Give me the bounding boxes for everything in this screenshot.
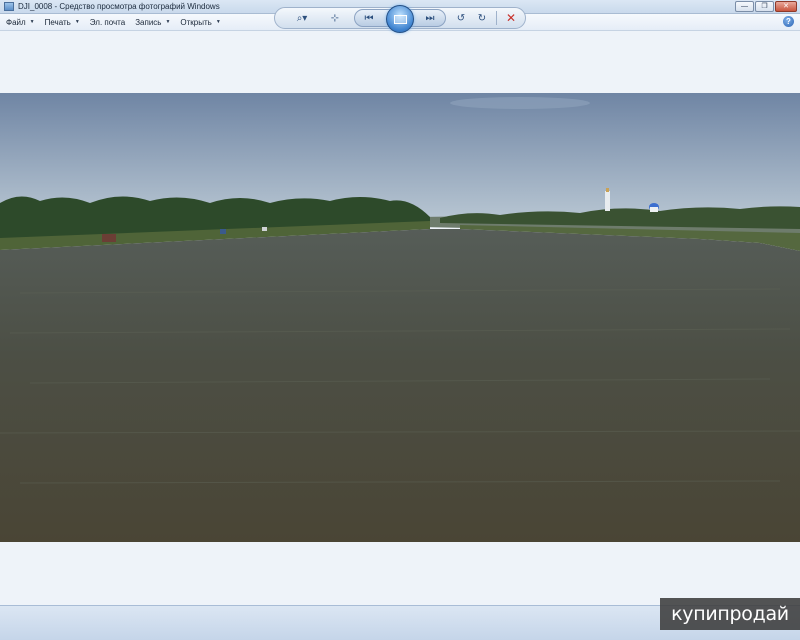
- window-controls: — ❐ ✕: [735, 1, 797, 12]
- menu-file[interactable]: Файл ▼: [6, 18, 35, 27]
- previous-icon: ⏮: [364, 12, 374, 24]
- rotate-left-button[interactable]: ↺: [452, 9, 470, 27]
- zoom-button[interactable]: ⌕▾: [290, 9, 314, 27]
- rotate-right-icon: ↻: [477, 12, 487, 24]
- window-title: DJI_0008 - Средство просмотра фотографий…: [18, 2, 220, 11]
- previous-button[interactable]: ⏮: [360, 9, 378, 27]
- delete-button[interactable]: ✕: [502, 9, 520, 27]
- menu-email[interactable]: Эл. почта: [90, 18, 125, 27]
- menu-print-label: Печать: [44, 17, 71, 27]
- close-icon: ✕: [783, 3, 789, 10]
- image-viewport: [0, 31, 800, 605]
- chevron-down-icon: ▼: [215, 19, 221, 25]
- menu-email-label: Эл. почта: [89, 17, 126, 27]
- chevron-down-icon: ▼: [165, 19, 171, 25]
- menu-file-label: Файл: [6, 17, 26, 27]
- photo-viewer-window: DJI_0008 - Средство просмотра фотографий…: [0, 0, 800, 640]
- chevron-down-icon: ▼: [74, 19, 80, 25]
- next-icon: ⏭: [425, 12, 435, 24]
- menu-open-label: Открыть: [180, 17, 212, 27]
- divider: [496, 11, 497, 25]
- rotate-right-button[interactable]: ↻: [473, 9, 491, 27]
- restore-icon: ❐: [761, 3, 768, 10]
- minimize-icon: —: [741, 3, 748, 10]
- close-button[interactable]: ✕: [775, 1, 797, 12]
- chevron-down-icon: ▼: [29, 19, 35, 25]
- menu-open[interactable]: Открыть ▼: [180, 18, 220, 27]
- menu-print[interactable]: Печать ▼: [45, 18, 80, 27]
- menu-burn-label: Запись: [135, 17, 162, 27]
- zoom-icon: ⌕▾: [296, 12, 308, 24]
- next-button[interactable]: ⏭: [421, 9, 439, 27]
- watermark: купипродай: [660, 598, 800, 630]
- menu-burn[interactable]: Запись ▼: [135, 18, 170, 27]
- displayed-photo: [0, 93, 800, 542]
- help-icon[interactable]: ?: [783, 16, 794, 27]
- actual-size-button[interactable]: ⊹: [326, 9, 344, 27]
- rotate-left-icon: ↺: [456, 12, 466, 24]
- slideshow-icon: [393, 14, 407, 24]
- delete-icon: ✕: [505, 11, 517, 25]
- maximize-button[interactable]: ❐: [755, 1, 774, 12]
- photo-scene: [0, 93, 800, 542]
- watermark-text: купипродай: [671, 603, 789, 625]
- minimize-button[interactable]: —: [735, 1, 754, 12]
- app-icon: [4, 2, 14, 11]
- actual-size-icon: ⊹: [330, 12, 340, 24]
- slideshow-button[interactable]: [386, 5, 414, 33]
